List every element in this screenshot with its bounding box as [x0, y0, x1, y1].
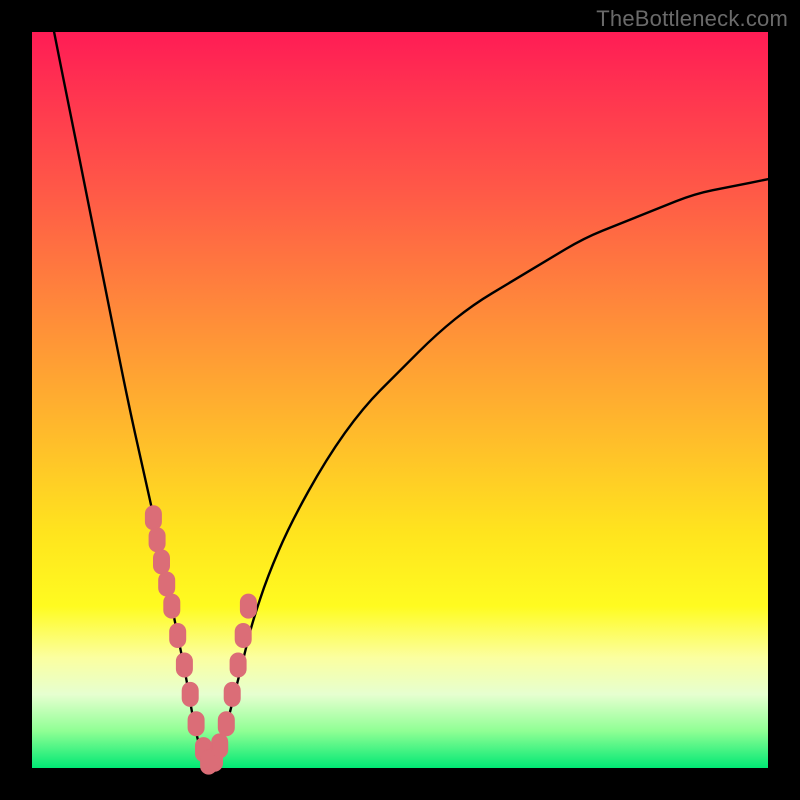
- curve-marker: [240, 594, 256, 618]
- curve-marker: [170, 624, 186, 648]
- curve-marker: [182, 682, 198, 706]
- curve-markers: [145, 506, 256, 774]
- plot-area: [32, 32, 768, 768]
- curve-marker: [224, 682, 240, 706]
- curve-marker: [154, 550, 170, 574]
- curve-marker: [235, 624, 251, 648]
- curve-marker: [176, 653, 192, 677]
- curve-marker: [218, 712, 234, 736]
- curve-marker: [149, 528, 165, 552]
- curve-marker: [188, 712, 204, 736]
- curve-marker: [164, 594, 180, 618]
- bottleneck-curve: [54, 32, 768, 766]
- chart-frame: TheBottleneck.com: [0, 0, 800, 800]
- curve-marker: [230, 653, 246, 677]
- curve-marker: [212, 734, 228, 758]
- curve-marker: [145, 506, 161, 530]
- curve-marker: [159, 572, 175, 596]
- watermark-text: TheBottleneck.com: [596, 6, 788, 32]
- bottleneck-curve-svg: [32, 32, 768, 768]
